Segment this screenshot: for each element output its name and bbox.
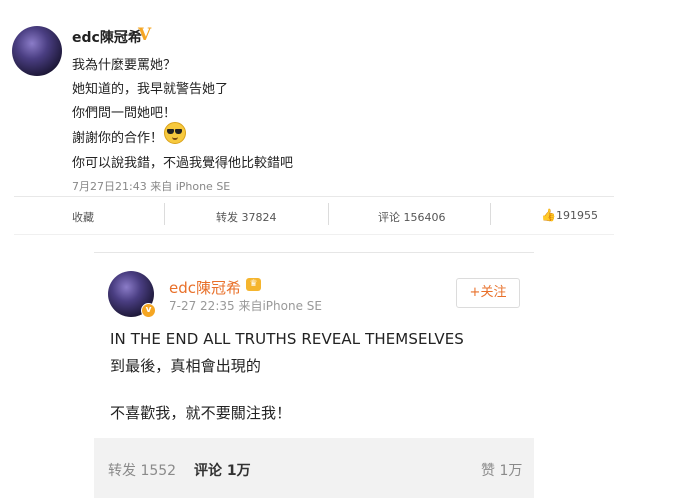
post-line-3: 不喜歡我，就不要關注我！ bbox=[110, 404, 292, 422]
avatar[interactable] bbox=[12, 26, 62, 76]
post-line-2: 到最後，真相會出現的 bbox=[110, 357, 262, 375]
repost-button[interactable]: 转发 1552 bbox=[108, 460, 176, 480]
comment-button[interactable]: 评论 1万 bbox=[194, 460, 251, 480]
like-count[interactable]: 191955 bbox=[556, 209, 598, 222]
like-button[interactable]: 赞 1万 bbox=[481, 460, 522, 480]
post-timestamp[interactable]: 7-27 22:35 来自iPhone SE bbox=[169, 297, 322, 314]
comment-button[interactable]: 评论 156406 bbox=[378, 209, 446, 225]
favorite-button[interactable]: 收藏 bbox=[72, 209, 94, 225]
repost-button[interactable]: 转发 37824 bbox=[216, 209, 277, 225]
post-line-1: IN THE END ALL TRUTHS REVEAL THEMSELVES bbox=[110, 330, 464, 348]
sunglasses-emoji-icon bbox=[164, 122, 186, 144]
verified-badge-icon: v bbox=[141, 303, 156, 318]
divider bbox=[328, 203, 329, 225]
divider bbox=[14, 196, 614, 197]
post-line-1: 我為什麼要罵她？ bbox=[72, 58, 177, 73]
post-timestamp[interactable]: 7月27日21:43 来自 iPhone SE bbox=[72, 178, 230, 194]
post-line-3: 你們問一問她吧！ bbox=[72, 106, 177, 121]
divider bbox=[490, 203, 491, 225]
divider bbox=[14, 234, 614, 235]
verified-badge-icon: V bbox=[138, 25, 152, 45]
username[interactable]: edc陳冠希 bbox=[72, 27, 142, 47]
username[interactable]: edc陳冠希 bbox=[169, 277, 241, 298]
vip-crown-icon: ♛ bbox=[246, 278, 261, 291]
post-line-2: 她知道的，我早就警告她了 bbox=[72, 82, 229, 97]
post-line-5: 你可以說我錯，不過我覺得他比較錯吧 bbox=[72, 156, 294, 171]
post-line-4: 謝謝你的合作！ bbox=[72, 131, 164, 146]
follow-button[interactable]: +关注 bbox=[456, 278, 520, 308]
thumbs-up-icon[interactable]: 👍 bbox=[541, 208, 556, 222]
divider bbox=[164, 203, 165, 225]
